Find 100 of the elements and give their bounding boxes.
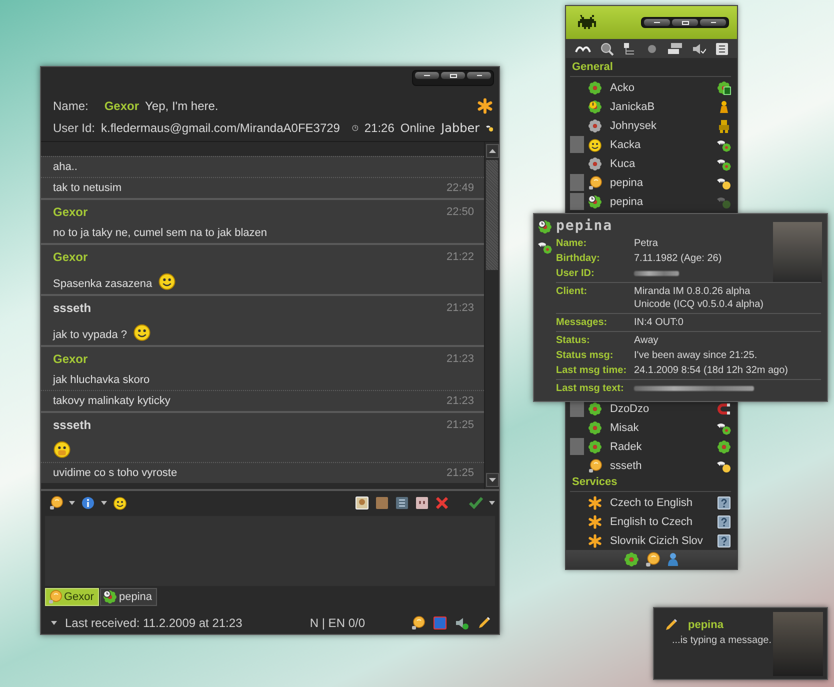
minimize-icon — [424, 75, 430, 76]
person-icon[interactable] — [666, 552, 680, 568]
contact-item[interactable]: Acko — [570, 78, 731, 98]
contact-item[interactable]: Kacka — [570, 135, 731, 154]
user-id: k.fledermaus@gmail.com/MirandaA0FE3729 — [101, 120, 340, 135]
contact-item[interactable]: Misak — [570, 418, 731, 438]
pencil-icon[interactable] — [477, 616, 491, 630]
tooltip-title: pepina — [556, 218, 613, 235]
group-header[interactable]: General — [570, 60, 731, 78]
alien-icon — [576, 14, 598, 31]
scroll-thumb[interactable] — [486, 160, 498, 270]
message-sender: ssseth — [53, 300, 92, 315]
portrait-icon[interactable] — [355, 496, 369, 510]
message-text: uvidime co s toho vyroste — [53, 466, 178, 479]
caret-icon[interactable] — [489, 501, 495, 506]
message-time: 21:23 — [446, 352, 474, 365]
field-label: Status: — [556, 334, 591, 347]
field-label: Client: — [556, 285, 588, 299]
speaker-icon[interactable] — [692, 42, 706, 56]
contact-item[interactable]: Czech to English — [570, 493, 731, 512]
bulb-icon[interactable] — [411, 616, 425, 630]
fangs-flower-icon — [538, 240, 552, 254]
info-icon[interactable] — [81, 496, 95, 510]
scroll-down-button[interactable] — [486, 473, 498, 488]
smiley-icon[interactable] — [113, 496, 127, 510]
message-text: no to ja taky ne, cumel sem na to jak blazen — [53, 226, 268, 239]
contact-item[interactable]: English to Czech — [570, 512, 731, 532]
maximize-button[interactable] — [441, 72, 465, 79]
field-value: 24.1.2009 8:54 (18d 12h 32m ago) — [634, 364, 788, 377]
minimize-button[interactable] — [644, 19, 670, 26]
message-time: 21:25 — [446, 466, 474, 479]
field-label: Messages: — [556, 316, 608, 329]
flower-icon — [538, 220, 552, 234]
group-header[interactable]: Services — [570, 475, 731, 492]
close-button[interactable] — [700, 19, 726, 26]
name-label: Name: — [53, 98, 88, 113]
scroll-up-button[interactable] — [486, 144, 498, 158]
field-value: I've been away since 21:25. — [634, 349, 758, 362]
chat-tab[interactable]: Gexor — [45, 588, 99, 606]
caret-icon[interactable] — [101, 501, 107, 506]
message-sender: Gexor — [53, 250, 88, 264]
message-text: tak to netusim — [53, 182, 122, 194]
contact-name: pepina — [688, 619, 724, 631]
close-button[interactable] — [467, 72, 491, 79]
contact-item[interactable]: Kuca — [570, 154, 731, 174]
checklist-icon[interactable] — [714, 42, 728, 56]
contact-item[interactable]: pepina — [570, 192, 731, 212]
message-text: aha.. — [53, 160, 78, 173]
field-label: User ID: — [556, 267, 596, 280]
blurred-value — [634, 271, 679, 276]
contact-item[interactable]: Radek — [570, 437, 731, 456]
speaker-icon[interactable] — [455, 616, 469, 630]
message-text: jak to vypada ? — [53, 328, 127, 341]
minimize-button[interactable] — [415, 72, 439, 79]
message-sender: ssseth — [53, 418, 92, 432]
protocol-name: Jabber — [441, 120, 480, 135]
pencil-icon — [664, 618, 678, 632]
field-value: Petra — [634, 237, 658, 250]
field-label: Name: — [556, 237, 588, 250]
list-icon[interactable] — [395, 496, 409, 510]
check-icon[interactable] — [469, 496, 483, 510]
contact-item[interactable]: ssseth — [570, 456, 731, 476]
field-label: Last msg time: — [556, 364, 628, 377]
contact-item[interactable]: Slovnik Cizich Slov — [570, 531, 731, 550]
scrollbar[interactable] — [484, 142, 499, 490]
caret-icon[interactable] — [69, 501, 75, 506]
chat-tab[interactable]: pepina — [100, 588, 158, 606]
quote-icon[interactable] — [415, 496, 429, 510]
field-value: 7.11.1982 (Age: 26) — [634, 252, 722, 265]
caret-icon[interactable] — [51, 620, 57, 625]
message-sender: Gexor — [53, 352, 88, 366]
bulb-icon[interactable] — [644, 552, 660, 568]
minimize-icon — [654, 22, 660, 24]
windows-icon[interactable] — [666, 42, 682, 55]
message-time: 22:50 — [446, 206, 474, 218]
field-value: Away — [634, 334, 658, 347]
field-value: IN:4 OUT:0 — [634, 316, 684, 329]
photo-placeholder — [773, 612, 823, 676]
maximize-icon — [450, 74, 456, 78]
search-icon[interactable] — [600, 42, 614, 56]
flower-icon[interactable] — [624, 552, 638, 568]
field-label: Birthday: — [556, 252, 601, 265]
tree-icon[interactable] — [622, 42, 636, 56]
message-time: 21:23 — [446, 394, 474, 407]
user-id-label: User Id: — [53, 120, 96, 135]
field-value: Miranda IM 0.8.0.26 alpha Unicode (ICQ v0.5.0.4 alpha) — [634, 285, 764, 311]
help-icon — [717, 514, 731, 529]
contact-item[interactable]: Johnysek — [570, 116, 731, 136]
contact-item[interactable]: JanickaB — [570, 97, 731, 116]
field-label: Status msg: — [556, 349, 614, 362]
flower-icon — [717, 80, 731, 95]
contact-item[interactable]: pepina — [570, 173, 731, 192]
maximize-button[interactable] — [672, 19, 698, 26]
typing-message: ...is typing a message. — [671, 635, 772, 646]
menu-icon[interactable] — [574, 44, 590, 54]
bulb-icon[interactable] — [49, 496, 63, 510]
ball-icon[interactable] — [646, 42, 658, 55]
photo-placeholder — [773, 222, 822, 282]
message-sender: Gexor — [53, 204, 88, 219]
message-text: takovy malinkaty kyticky — [53, 394, 170, 407]
